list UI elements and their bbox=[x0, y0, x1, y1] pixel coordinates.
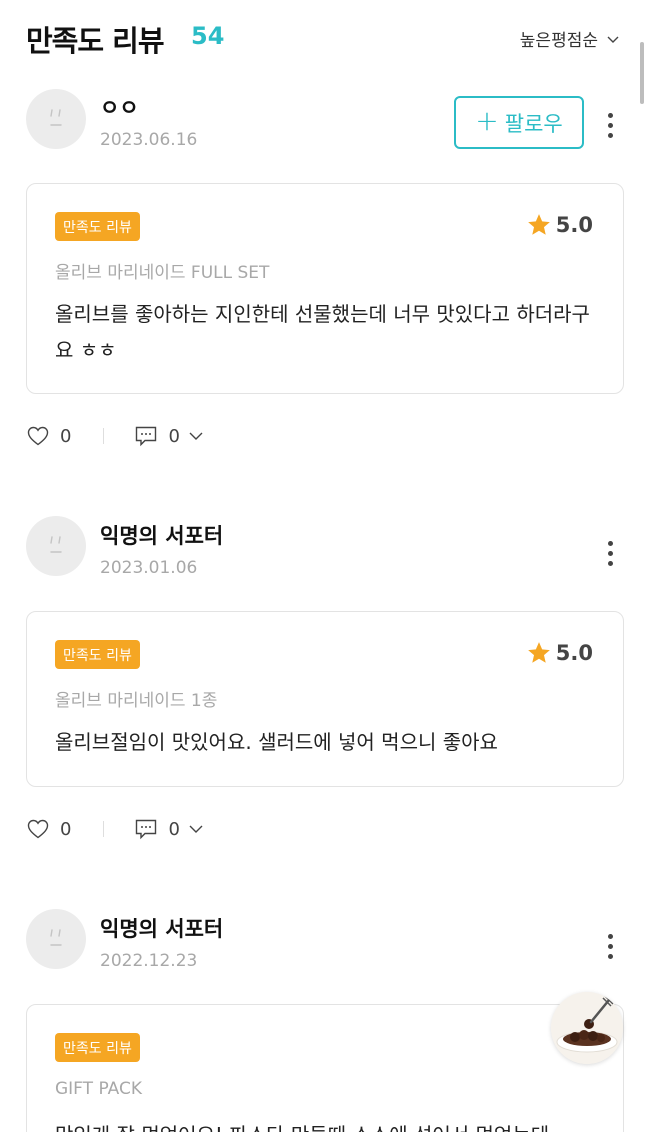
default-face-icon bbox=[50, 929, 62, 946]
star-icon bbox=[527, 642, 550, 663]
default-face-icon bbox=[50, 109, 62, 126]
review-card: 만족도 리뷰 5.0 올리브 마리네이드 1종 올리브절임이 맛있어요. 샐러드… bbox=[26, 611, 624, 787]
like-button[interactable]: 0 bbox=[26, 817, 71, 841]
sort-label: 높은평점순 bbox=[519, 31, 598, 51]
heart-icon bbox=[27, 426, 49, 446]
product-option: GIFT PACK bbox=[55, 1079, 142, 1099]
dot-icon bbox=[607, 540, 613, 546]
heart-icon bbox=[27, 819, 49, 839]
avatar[interactable] bbox=[26, 909, 86, 969]
review-count: 54 bbox=[191, 22, 225, 50]
review-date: 2023.06.16 bbox=[100, 130, 198, 150]
chevron-down-icon bbox=[189, 432, 203, 440]
chevron-down-icon bbox=[607, 36, 619, 43]
review-type-badge: 만족도 리뷰 bbox=[55, 1033, 140, 1062]
dot-icon bbox=[607, 122, 613, 128]
review-type-badge: 만족도 리뷰 bbox=[55, 640, 140, 669]
page-title: 만족도 리뷰 bbox=[26, 24, 164, 58]
header: 만족도 리뷰 54 높은평점순 bbox=[0, 0, 650, 78]
like-count: 0 bbox=[60, 818, 72, 840]
dot-icon bbox=[607, 953, 613, 959]
comment-count: 0 bbox=[168, 818, 180, 840]
sort-dropdown[interactable]: 높은평점순 bbox=[520, 26, 620, 51]
avatar[interactable] bbox=[26, 516, 86, 576]
divider bbox=[103, 821, 105, 837]
review-page: 만족도 리뷰 54 높은평점순 ㅇㅇ 2023.06.16 + 팔로우 만족도 … bbox=[0, 0, 650, 1132]
comment-button[interactable]: 0 bbox=[134, 424, 203, 448]
dot-icon bbox=[607, 550, 613, 556]
food-image bbox=[551, 992, 623, 1064]
follow-button[interactable]: + 팔로우 bbox=[454, 96, 584, 149]
username[interactable]: 익명의 서포터 bbox=[100, 520, 223, 550]
review-date: 2022.12.23 bbox=[100, 951, 198, 971]
product-option: 올리브 마리네이드 FULL SET bbox=[55, 263, 270, 283]
divider bbox=[103, 428, 105, 444]
dot-icon bbox=[607, 943, 613, 949]
review-card: 만족도 리뷰 GIFT PACK 맛있게 잘 먹었어요! 파스타 만들때 소스에… bbox=[26, 1004, 624, 1132]
review-actions: 0 0 bbox=[26, 422, 204, 450]
dot-icon bbox=[607, 112, 613, 118]
review-type-badge: 만족도 리뷰 bbox=[55, 212, 140, 241]
review-content: 맛있게 잘 먹었어요! 파스타 만들때 소스에 섞어서 먹었는데 bbox=[55, 1117, 600, 1132]
dot-icon bbox=[607, 560, 613, 566]
review-content: 올리브절임이 맛있어요. 샐러드에 넣어 먹으니 좋아요 bbox=[55, 730, 498, 754]
chevron-down-icon bbox=[189, 825, 203, 833]
like-count: 0 bbox=[60, 425, 72, 447]
more-options-button[interactable] bbox=[598, 110, 622, 140]
plus-icon: + bbox=[475, 104, 499, 137]
rating-value: 5.0 bbox=[555, 641, 593, 665]
comment-icon bbox=[136, 819, 157, 840]
default-face-icon bbox=[50, 536, 62, 553]
comment-count: 0 bbox=[168, 425, 180, 447]
floating-product-thumbnail[interactable] bbox=[551, 992, 623, 1064]
username[interactable]: ㅇㅇ bbox=[100, 92, 139, 122]
comment-icon bbox=[136, 426, 157, 447]
rating-value: 5.0 bbox=[555, 213, 593, 237]
review-date: 2023.01.06 bbox=[100, 558, 198, 578]
comment-button[interactable]: 0 bbox=[134, 817, 203, 841]
star-icon bbox=[527, 214, 550, 235]
review-actions: 0 0 bbox=[26, 815, 204, 843]
more-options-button[interactable] bbox=[598, 931, 622, 961]
username[interactable]: 익명의 서포터 bbox=[100, 913, 223, 943]
dot-icon bbox=[607, 132, 613, 138]
rating: 5.0 bbox=[526, 212, 593, 238]
avatar[interactable] bbox=[26, 89, 86, 149]
review-card: 만족도 리뷰 5.0 올리브 마리네이드 FULL SET 올리브를 좋아하는 … bbox=[26, 183, 624, 394]
like-button[interactable]: 0 bbox=[26, 424, 71, 448]
follow-label: 팔로우 bbox=[504, 111, 563, 136]
dot-icon bbox=[607, 933, 613, 939]
rating: 5.0 bbox=[526, 640, 593, 666]
product-option: 올리브 마리네이드 1종 bbox=[55, 691, 218, 711]
review-content: 올리브를 좋아하는 지인한테 선물했는데 너무 맛있다고 하더라구요 ㅎㅎ bbox=[55, 302, 590, 362]
more-options-button[interactable] bbox=[598, 538, 622, 568]
scrollbar[interactable] bbox=[640, 42, 644, 104]
